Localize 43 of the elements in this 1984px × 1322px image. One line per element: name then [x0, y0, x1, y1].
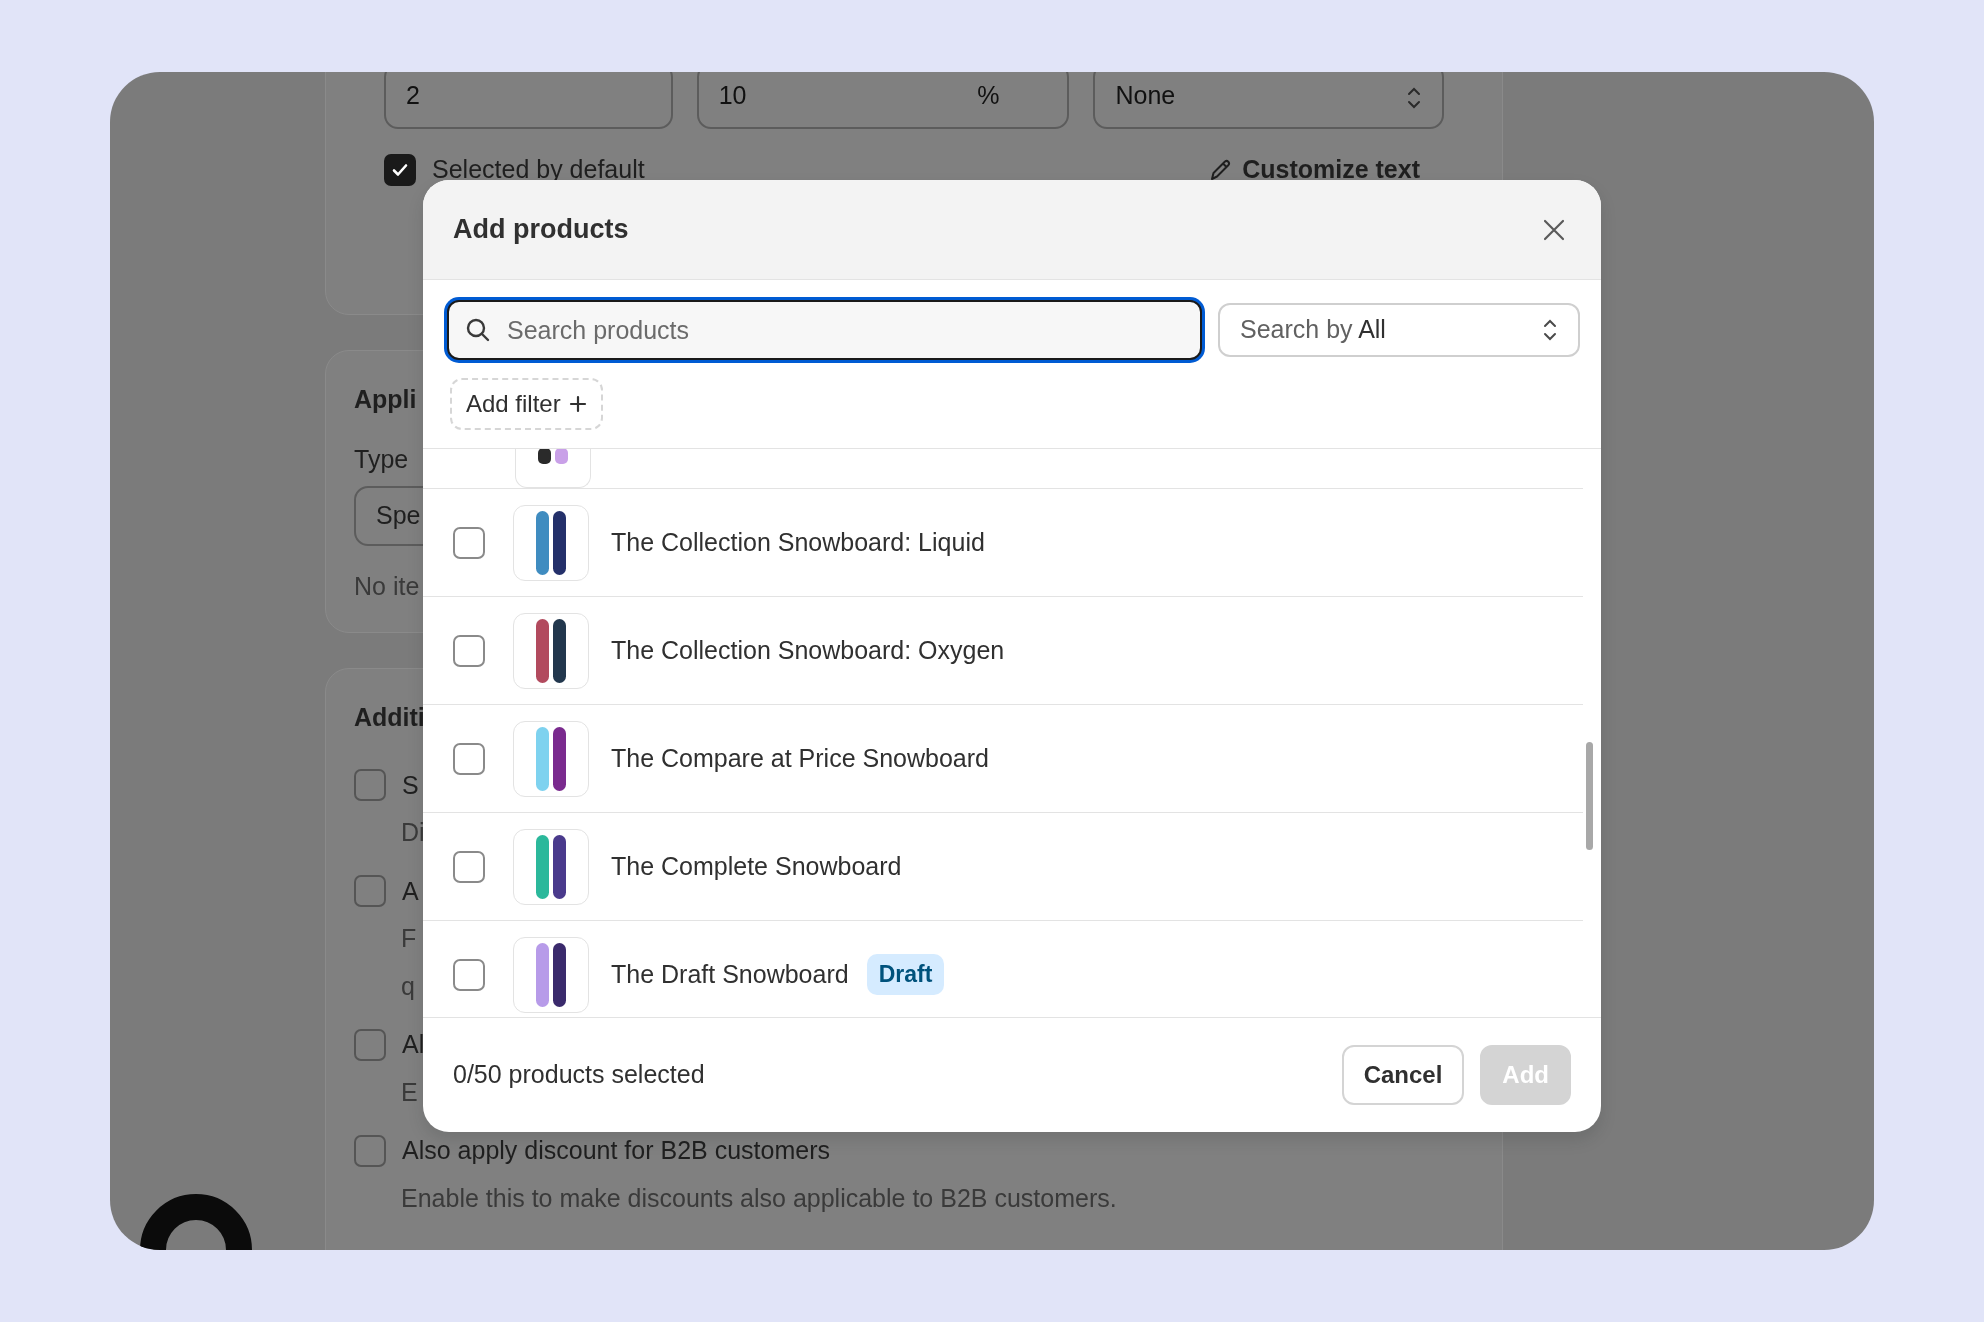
helper-text: F	[401, 923, 417, 954]
checkbox[interactable]	[384, 153, 416, 186]
checkbox[interactable]	[453, 634, 485, 667]
helper-text: Enable this to make discounts also applicable to B2B customers.	[401, 1182, 1117, 1214]
add-filter-button[interactable]: Add filter	[450, 378, 603, 430]
checkbox-label: Al	[402, 1029, 425, 1060]
section-title: Appli	[354, 384, 417, 415]
checkbox[interactable]	[453, 850, 485, 883]
checkbox[interactable]	[453, 742, 485, 775]
product-name[interactable]: The Complete Snowboard	[611, 847, 902, 886]
field-label: Type	[354, 443, 409, 475]
snowboard-drawing	[536, 449, 570, 466]
checkbox[interactable]	[453, 958, 485, 991]
helper-text: E	[401, 1076, 418, 1108]
checkbox[interactable]	[354, 875, 386, 908]
section-title: Additi	[354, 702, 425, 733]
checkbox-label: Also apply discount for B2B customers	[402, 1135, 830, 1166]
status-badge: Draft	[866, 954, 945, 995]
checkbox[interactable]	[354, 769, 386, 802]
product-name[interactable]: The Collection Snowboard: Oxygen	[611, 631, 1005, 670]
select-field[interactable]: None	[1093, 72, 1444, 129]
checkbox[interactable]	[354, 1134, 386, 1167]
helper-text: Di	[401, 817, 425, 848]
checkbox[interactable]	[453, 526, 485, 559]
selection-count: 0/50 products selected	[453, 1059, 705, 1091]
search-field[interactable]: Search products	[447, 300, 1202, 360]
helper-text: q	[401, 970, 415, 1002]
checkbox-label: S	[402, 769, 419, 801]
checkbox[interactable]	[354, 1028, 386, 1061]
product-name[interactable]: The Compare at Price Snowboard	[611, 739, 989, 778]
checkbox-label: A	[402, 875, 419, 907]
product-name[interactable]: The Collection Snowboard: Liquid	[611, 523, 985, 562]
product-name[interactable]: The Draft Snowboard	[611, 955, 849, 994]
chevron-up-down-icon	[1542, 317, 1558, 343]
search-by-select[interactable]: Search by All	[1218, 303, 1580, 357]
helper-text: No ite	[354, 571, 420, 602]
cancel-button[interactable]: Cancel	[1341, 1045, 1465, 1105]
search-icon	[465, 317, 491, 343]
input-field[interactable]: 2	[384, 72, 673, 129]
plus-icon	[568, 395, 587, 413]
input-field[interactable]: 10 %	[696, 72, 1070, 129]
dialog-title: Add products	[453, 213, 629, 247]
scrollbar[interactable]	[1586, 742, 1593, 850]
